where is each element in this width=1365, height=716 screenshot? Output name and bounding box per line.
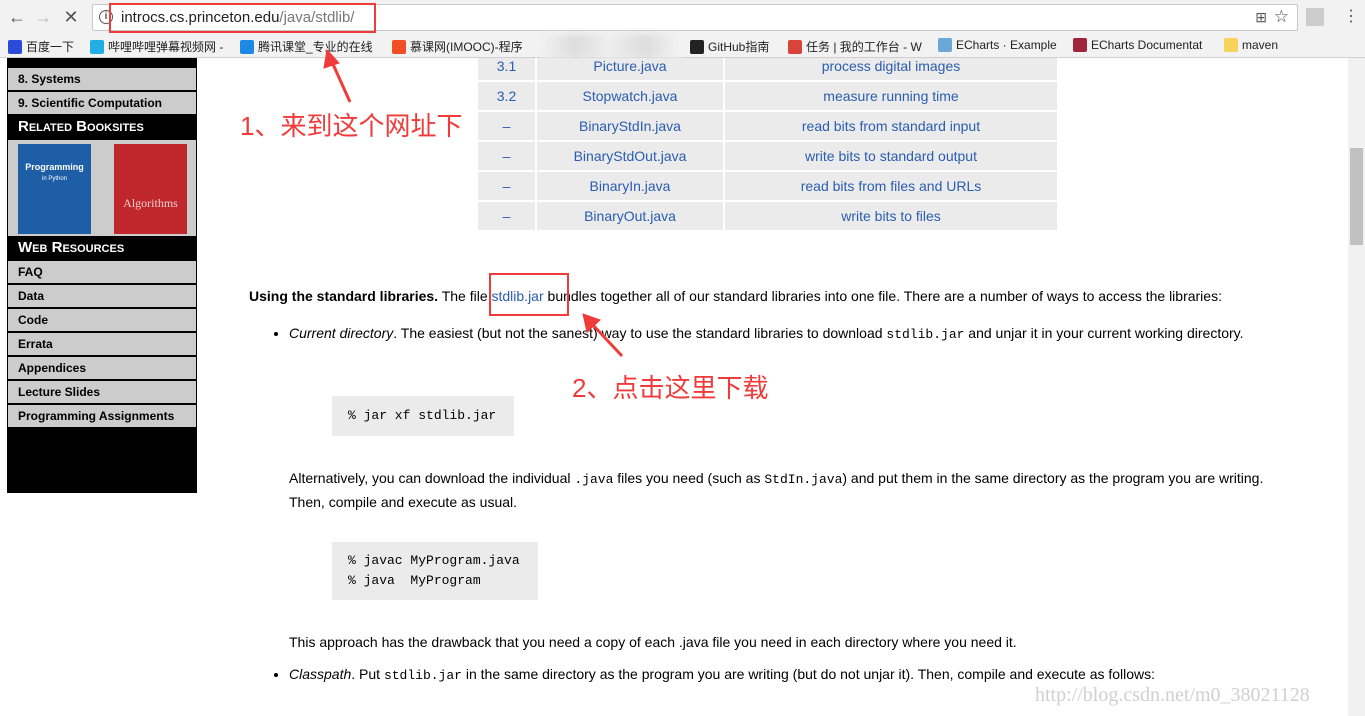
arrow-1-head (323, 48, 340, 69)
annotation-arrows (323, 48, 624, 358)
arrow-1-shaft (330, 61, 352, 103)
watermark: http://blog.csdn.net/m0_38021128 (1035, 684, 1310, 706)
arrow-2-shaft (590, 322, 624, 358)
annotation-step-2: 2、点击这里下载 (572, 373, 769, 403)
annotation-step-1: 1、来到这个网址下 (240, 111, 463, 141)
